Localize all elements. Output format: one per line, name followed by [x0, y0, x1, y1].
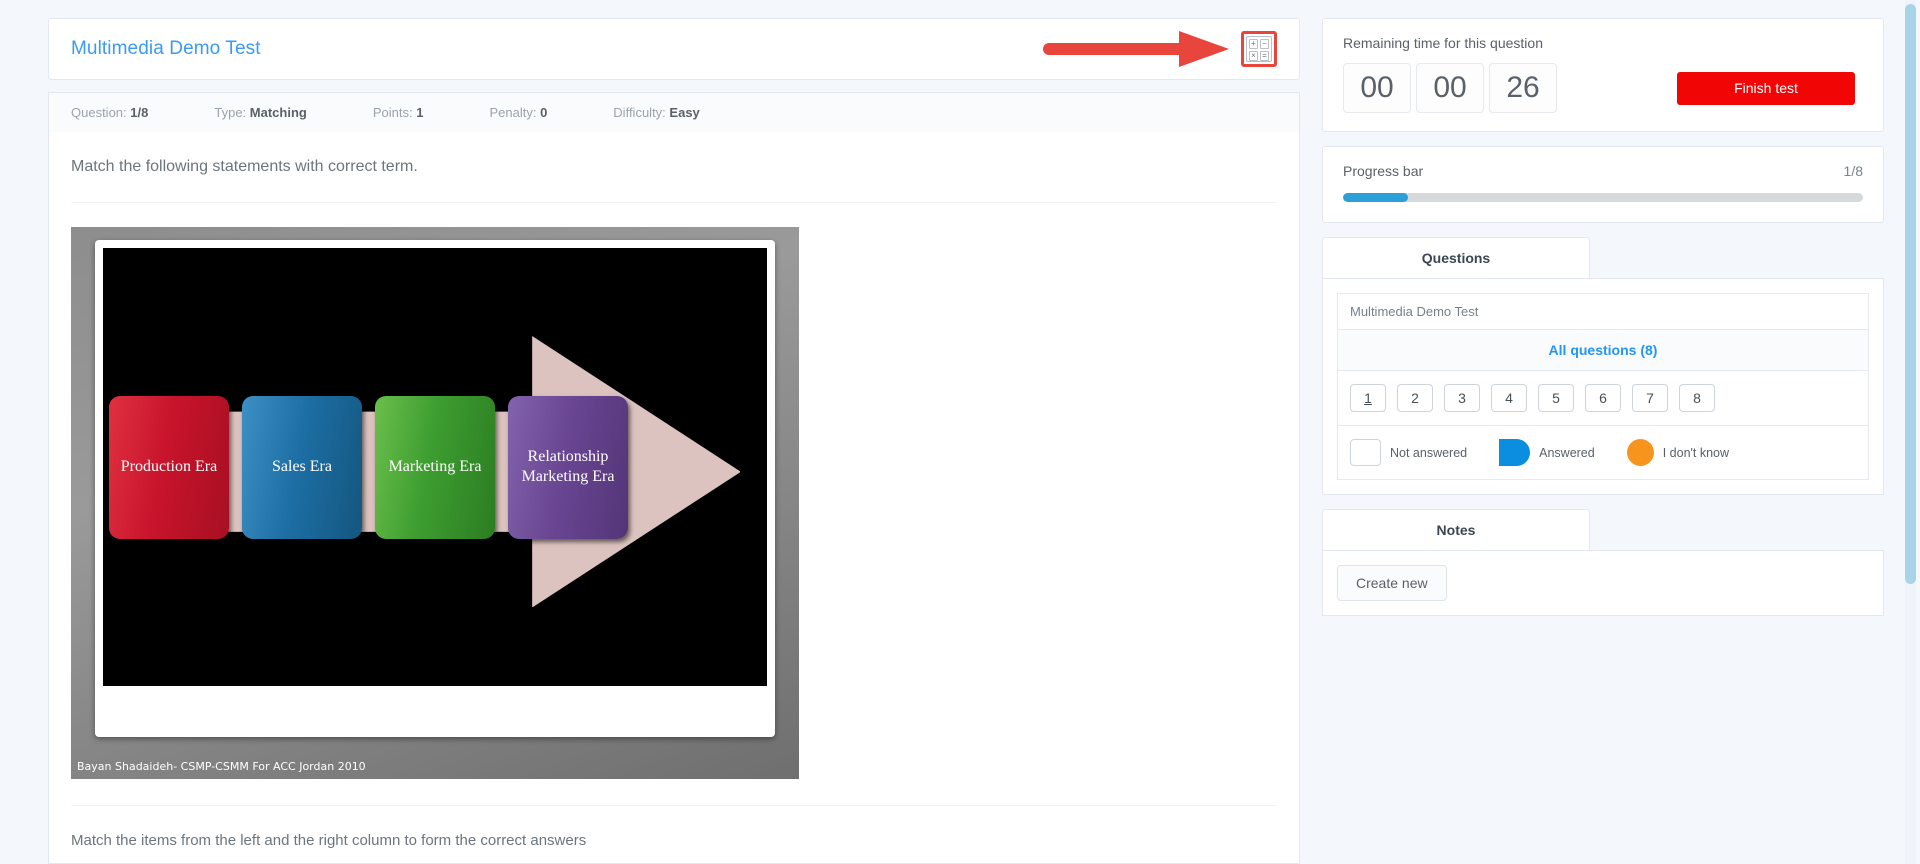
questions-panel: Questions Multimedia Demo Test All quest… [1322, 237, 1884, 495]
meta-question: Question: 1/8 [71, 105, 148, 120]
meta-difficulty-label: Difficulty: [613, 105, 666, 120]
legend-item-answered: Answered [1499, 439, 1595, 466]
timer-label: Remaining time for this question [1343, 35, 1543, 51]
question-number-button[interactable]: 6 [1585, 384, 1621, 412]
meta-penalty-value: 0 [540, 105, 548, 120]
meta-difficulty-value: Easy [669, 105, 700, 120]
create-new-note-button[interactable]: Create new [1337, 565, 1447, 601]
questions-tab-strip: Questions [1322, 237, 1884, 278]
question-column: Multimedia Demo Test + − × = Question: 1… [48, 18, 1300, 864]
slide-frame: Production Era Sales Era Marketing Era R… [95, 240, 775, 737]
matching-instructions: Match the items from the left and the ri… [71, 805, 1277, 849]
era-box-label: Relationship Marketing Era [521, 448, 615, 485]
meta-difficulty: Difficulty: Easy [613, 105, 700, 120]
red-arrow-annotation [1043, 31, 1229, 67]
question-body: Match the following statements with corr… [48, 132, 1300, 864]
legend-label: Answered [1539, 445, 1595, 460]
calculator-icon: + − × = [1246, 36, 1272, 62]
notes-panel: Notes Create new [1322, 509, 1884, 616]
timer-card: Remaining time for this question 00 00 2… [1322, 18, 1884, 132]
timer-minutes: 00 [1416, 63, 1484, 113]
meta-type-label: Type: [214, 105, 247, 120]
legend-label: I don't know [1662, 445, 1730, 460]
era-box: Sales Era [242, 395, 362, 539]
answered-swatch-icon [1499, 439, 1531, 466]
question-list-box: Multimedia Demo Test All questions (8) 1… [1337, 293, 1869, 480]
era-box: Marketing Era [375, 395, 495, 539]
tab-questions[interactable]: Questions [1322, 237, 1590, 278]
question-number-button[interactable]: 1 [1350, 384, 1386, 412]
page-scrollbar-thumb[interactable] [1905, 4, 1916, 584]
progress-header: Progress bar 1/8 [1343, 163, 1863, 179]
calc-key-equals: = [1260, 51, 1269, 61]
question-slide-image: Production Era Sales Era Marketing Era R… [71, 227, 799, 779]
header-tools: + − × = [1043, 31, 1277, 67]
era-box: Relationship Marketing Era [508, 395, 628, 539]
era-box-label: Marketing Era [388, 458, 482, 475]
legend-item-not-answered: Not answered [1350, 439, 1467, 466]
progress-card: Progress bar 1/8 [1322, 146, 1884, 223]
question-prompt: Match the following statements with corr… [71, 158, 1277, 203]
era-box-label: Production Era [120, 458, 218, 475]
calc-key-minus: − [1260, 39, 1269, 49]
notes-tab-content: Create new [1322, 550, 1884, 616]
calculator-button[interactable]: + − × = [1241, 31, 1277, 67]
status-legend: Not answered Answered I don't know [1338, 426, 1868, 479]
notes-tab-strip: Notes [1322, 509, 1884, 550]
calc-key-times: × [1249, 51, 1258, 61]
timer-digits: 00 00 26 [1343, 63, 1557, 113]
timer-hours: 00 [1343, 63, 1411, 113]
meta-type: Type: Matching [214, 105, 306, 120]
era-box-label: Sales Era [272, 458, 332, 475]
question-number-button[interactable]: 2 [1397, 384, 1433, 412]
slide-caption: Bayan Shadaideh- CSMP-CSMM For ACC Jorda… [77, 760, 366, 773]
tab-notes[interactable]: Notes [1322, 509, 1590, 550]
meta-type-value: Matching [249, 105, 307, 120]
calc-key-plus: + [1249, 39, 1258, 49]
test-header: Multimedia Demo Test + − × = [48, 18, 1300, 80]
progress-label: Progress bar [1343, 163, 1424, 179]
meta-points-label: Points: [372, 105, 413, 120]
not-answered-swatch-icon [1350, 439, 1381, 466]
question-number-button[interactable]: 7 [1632, 384, 1668, 412]
legend-item-dont-know: I don't know [1626, 439, 1730, 466]
timer-seconds: 26 [1489, 63, 1557, 113]
progress-track [1343, 193, 1863, 202]
all-questions-row: All questions (8) [1338, 330, 1868, 371]
question-meta-bar: Question: 1/8 Type: Matching Points: 1 P… [48, 92, 1300, 132]
question-number-button[interactable]: 8 [1679, 384, 1715, 412]
all-questions-link[interactable]: All questions (8) [1549, 342, 1658, 358]
meta-question-label: Question: [71, 105, 127, 120]
page-title: Multimedia Demo Test [71, 38, 261, 59]
progress-fill [1343, 193, 1408, 202]
question-number-button[interactable]: 3 [1444, 384, 1480, 412]
exam-page: Multimedia Demo Test + − × = Question: 1… [0, 0, 1920, 864]
sidebar: Remaining time for this question 00 00 2… [1322, 18, 1884, 864]
meta-penalty: Penalty: 0 [489, 105, 547, 120]
questions-tab-content: Multimedia Demo Test All questions (8) 1… [1322, 278, 1884, 495]
era-box-row: Production Era Sales Era Marketing Era R… [103, 248, 767, 686]
meta-penalty-label: Penalty: [489, 105, 537, 120]
dont-know-swatch-icon [1626, 439, 1654, 466]
progress-count: 1/8 [1843, 163, 1863, 179]
finish-test-button[interactable]: Finish test [1677, 71, 1855, 105]
timer-row: 00 00 26 Finish test [1343, 63, 1863, 113]
meta-points: Points: 1 [373, 105, 424, 120]
question-number-button[interactable]: 4 [1491, 384, 1527, 412]
era-box: Production Era [109, 395, 229, 539]
slide-canvas: Production Era Sales Era Marketing Era R… [103, 248, 767, 686]
question-number-button[interactable]: 5 [1538, 384, 1574, 412]
question-list-title: Multimedia Demo Test [1338, 294, 1868, 330]
legend-label: Not answered [1390, 445, 1468, 460]
meta-points-value: 1 [416, 105, 424, 120]
question-number-list: 1 2 3 4 5 6 7 8 [1338, 371, 1868, 426]
meta-question-value: 1/8 [130, 105, 149, 120]
